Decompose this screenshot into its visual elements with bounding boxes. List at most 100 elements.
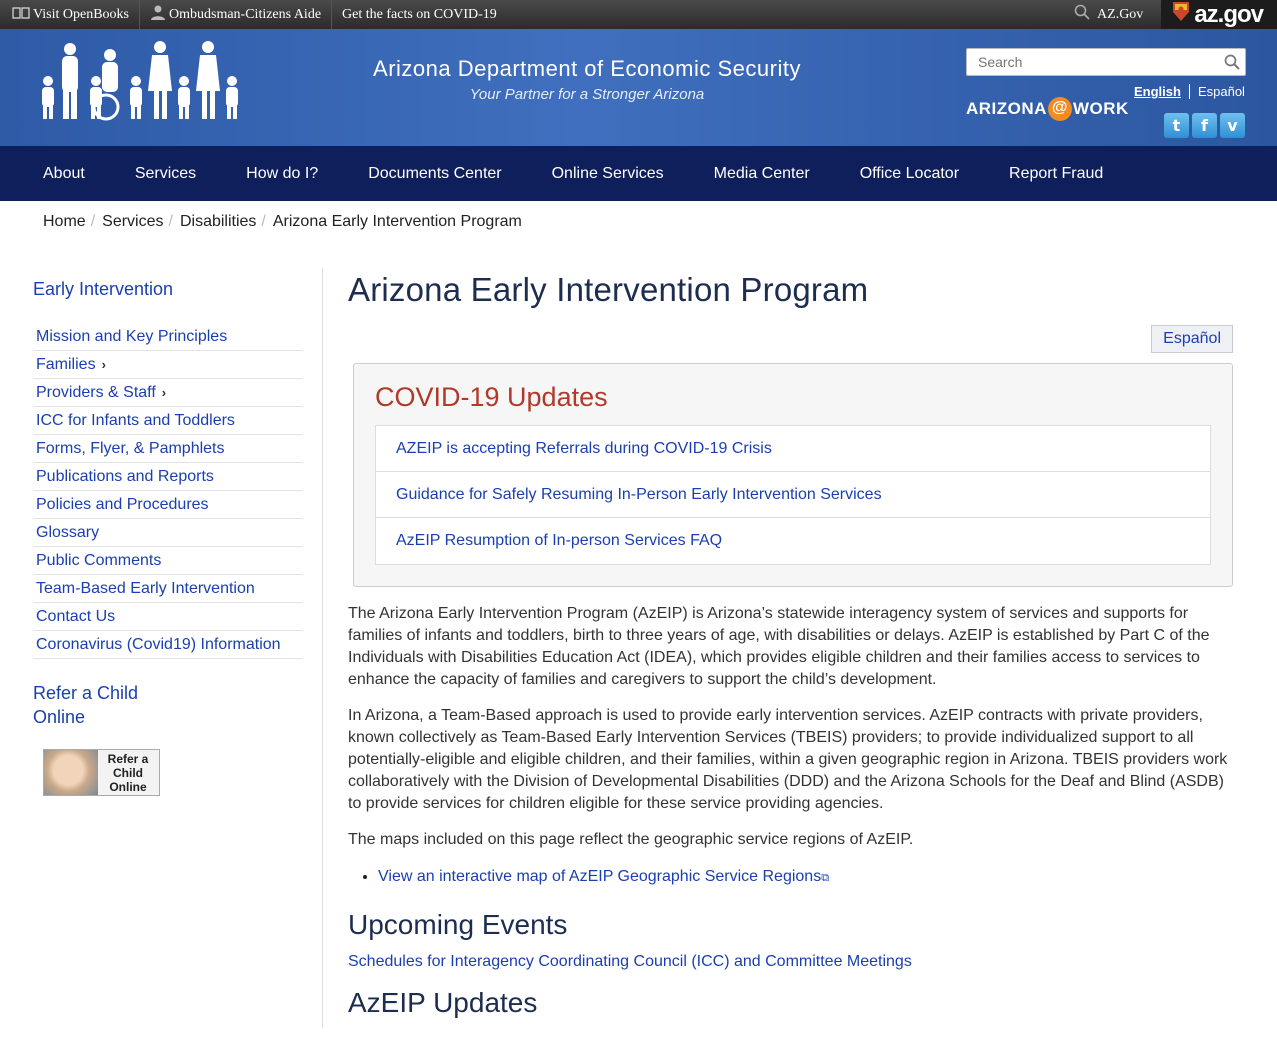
department-title[interactable]: Arizona Department of Economic Security	[363, 56, 811, 82]
language-switcher: English Español	[1134, 84, 1245, 99]
openbooks-link[interactable]: Visit OpenBooks	[0, 0, 140, 29]
sidebar-item-mission[interactable]: Mission and Key Principles	[33, 323, 303, 351]
azgov-logo-text: az.gov	[1194, 0, 1264, 28]
breadcrumb-current: Arizona Early Intervention Program	[272, 213, 522, 230]
ombudsman-label: Ombudsman-Citizens Aide	[169, 6, 322, 22]
covid-facts-link[interactable]: Get the facts on COVID-19	[332, 0, 507, 29]
breadcrumb-services[interactable]: Services	[102, 213, 163, 231]
covid-link-faq[interactable]: AzEIP Resumption of In-person Services F…	[396, 532, 722, 550]
list-item: AZEIP is accepting Referrals during COVI…	[376, 426, 1210, 472]
espanol-button[interactable]: Español	[1151, 325, 1233, 353]
search-icon	[1074, 4, 1090, 25]
arizona-at-work-logo[interactable]: ARIZONA @ WORK	[966, 97, 1129, 121]
covid-links-list: AZEIP is accepting Referrals during COVI…	[375, 425, 1211, 565]
ombudsman-link[interactable]: Ombudsman-Citizens Aide	[140, 0, 333, 29]
chevron-right-icon[interactable]: ›	[162, 385, 166, 400]
nav-documents-center[interactable]: Documents Center	[368, 165, 501, 183]
list-item: Guidance for Safely Resuming In-Person E…	[376, 472, 1210, 518]
family-logo-icon[interactable]	[36, 41, 241, 128]
vimeo-icon[interactable]: v	[1220, 113, 1245, 138]
breadcrumb-separator: /	[168, 213, 173, 230]
icc-schedules-link[interactable]: Schedules for Interagency Coordinating C…	[348, 953, 912, 970]
sidebar-item-coronavirus[interactable]: Coronavirus (Covid19) Information	[33, 631, 303, 659]
breadcrumb: Home / Services / Disabilities / Arizona Ea…	[0, 201, 1277, 243]
map-links-list: View an interactive map of AzEIP Geograp…	[378, 866, 1233, 889]
breadcrumb-disabilities[interactable]: Disabilities	[180, 213, 256, 231]
intro-paragraph: The Arizona Early Intervention Program (…	[348, 605, 1210, 688]
page-title: Arizona Early Intervention Program	[348, 271, 869, 308]
nav-media-center[interactable]: Media Center	[714, 165, 810, 183]
department-branding: Arizona Department of Economic Security …	[363, 56, 811, 103]
chevron-right-icon[interactable]: ›	[102, 357, 106, 372]
sidebar-item-label[interactable]: Policies and Procedures	[36, 496, 209, 514]
interactive-map-link[interactable]: View an interactive map of AzEIP Geograp…	[378, 868, 821, 885]
sidebar-item-providers[interactable]: Providers & Staff ›	[33, 379, 303, 407]
search-input[interactable]	[967, 54, 1219, 70]
sidebar-title[interactable]: Early Intervention	[33, 279, 173, 299]
breadcrumb-separator: /	[90, 213, 96, 230]
social-links: t f v	[1164, 113, 1245, 138]
search-box	[966, 48, 1246, 76]
upcoming-events-heading: Upcoming Events	[348, 909, 568, 940]
sidebar-item-forms[interactable]: Forms, Flyer, & Pamphlets	[33, 435, 303, 463]
sidebar-item-label[interactable]: Forms, Flyer, & Pamphlets	[36, 440, 225, 458]
sidebar-item-policies[interactable]: Policies and Procedures	[33, 491, 303, 519]
sidebar-item-label[interactable]: Mission and Key Principles	[36, 328, 227, 346]
baby-photo	[44, 750, 98, 795]
azwork-at-symbol: @	[1047, 97, 1072, 121]
covid-facts-label: Get the facts on COVID-19	[342, 6, 497, 22]
refer-a-child-banner[interactable]: Refer a Child Online	[43, 749, 160, 796]
refer-a-child-link[interactable]: Refer a Child Online	[33, 681, 153, 729]
maps-paragraph: The maps included on this page reflect t…	[348, 831, 914, 848]
nav-about[interactable]: About	[43, 165, 85, 183]
azgov-search-link[interactable]: AZ.Gov	[1056, 4, 1161, 25]
covid-updates-panel: COVID-19 Updates AZEIP is accepting Refe…	[353, 363, 1233, 587]
nav-services[interactable]: Services	[135, 165, 196, 183]
az-flag-icon	[1171, 0, 1191, 29]
facebook-icon[interactable]: f	[1192, 113, 1217, 138]
azgov-label: AZ.Gov	[1097, 6, 1144, 22]
search-icon[interactable]	[1219, 54, 1245, 70]
list-item: View an interactive map of AzEIP Geograp…	[378, 866, 1233, 889]
covid-link-guidance[interactable]: Guidance for Safely Resuming In-Person E…	[396, 486, 882, 504]
sidebar-item-label[interactable]: Families	[36, 356, 96, 374]
sidebar-item-label[interactable]: ICC for Infants and Toddlers	[36, 412, 235, 430]
nav-report-fraud[interactable]: Report Fraud	[1009, 165, 1103, 183]
nav-how-do-i[interactable]: How do I?	[246, 165, 318, 183]
sidebar-item-public-comments[interactable]: Public Comments	[33, 547, 303, 575]
sidebar-item-publications[interactable]: Publications and Reports	[33, 463, 303, 491]
twitter-icon[interactable]: t	[1164, 113, 1189, 138]
nav-office-locator[interactable]: Office Locator	[860, 165, 959, 183]
sidebar-item-label[interactable]: Providers & Staff	[36, 384, 156, 402]
sidebar-item-glossary[interactable]: Glossary	[33, 519, 303, 547]
covid-updates-title: COVID-19 Updates	[375, 382, 608, 412]
team-based-paragraph: In Arizona, a Team-Based approach is use…	[348, 707, 1228, 812]
sidebar-item-label[interactable]: Glossary	[36, 524, 99, 542]
covid-link-referrals[interactable]: AZEIP is accepting Referrals during COVI…	[396, 440, 772, 458]
main-navigation: About Services How do I? Documents Cente…	[0, 146, 1277, 201]
external-link-icon: ⧉	[821, 872, 830, 884]
sidebar: Early Intervention Mission and Key Princ…	[33, 279, 303, 796]
sidebar-item-icc[interactable]: ICC for Infants and Toddlers	[33, 407, 303, 435]
language-espanol-link[interactable]: Español	[1198, 84, 1245, 99]
department-tagline: Your Partner for a Stronger Arizona	[469, 86, 705, 103]
breadcrumb-separator: /	[261, 213, 266, 230]
sidebar-item-label[interactable]: Public Comments	[36, 552, 161, 570]
sidebar-item-label[interactable]: Coronavirus (Covid19) Information	[36, 636, 281, 654]
list-item: AzEIP Resumption of In-person Services F…	[376, 518, 1210, 564]
language-english-link[interactable]: English	[1134, 84, 1190, 99]
sidebar-item-label[interactable]: Team-Based Early Intervention	[36, 580, 255, 598]
person-icon	[150, 4, 166, 25]
sidebar-item-team-based[interactable]: Team-Based Early Intervention	[33, 575, 303, 603]
azwork-left-text: ARIZONA	[966, 99, 1047, 118]
azeip-updates-heading: AzEIP Updates	[348, 987, 538, 1018]
sidebar-item-families[interactable]: Families ›	[33, 351, 303, 379]
azgov-logo[interactable]: az.gov	[1161, 0, 1277, 29]
book-icon	[12, 6, 30, 24]
nav-online-services[interactable]: Online Services	[552, 165, 664, 183]
sidebar-item-contact-us[interactable]: Contact Us	[33, 603, 303, 631]
sidebar-item-label[interactable]: Publications and Reports	[36, 468, 214, 486]
sidebar-item-label[interactable]: Contact Us	[36, 608, 115, 626]
main-content: Arizona Early Intervention Program Españ…	[348, 271, 1233, 1019]
breadcrumb-home[interactable]: Home	[43, 213, 86, 231]
